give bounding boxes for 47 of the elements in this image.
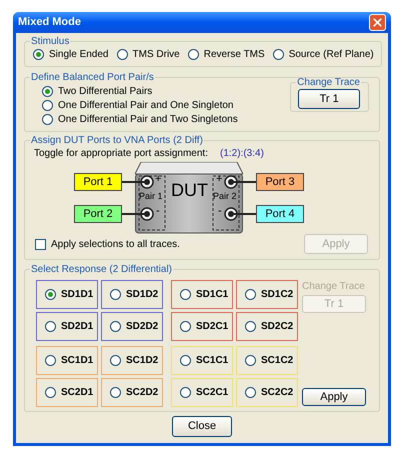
- plus-sign: +: [216, 173, 222, 186]
- response-label: SC2C1: [196, 386, 228, 399]
- group-title: Assign DUT Ports to VNA Ports (2 Diff): [30, 134, 204, 147]
- response-label: SC2D2: [126, 386, 158, 399]
- pair-label: Pair 2: [213, 190, 237, 203]
- push-button[interactable]: Close: [172, 416, 232, 437]
- window-title: Mixed Mode: [18, 16, 81, 29]
- instruction-text: Toggle for appropriate port assignment:: [34, 147, 208, 160]
- option-label: Reverse TMS: [204, 48, 265, 61]
- option-label: TMS Drive: [132, 48, 180, 61]
- port-button[interactable]: Port 2: [74, 205, 122, 223]
- response-label: SD1C2: [261, 288, 294, 301]
- response-label: SD2D2: [126, 320, 158, 333]
- response-label: SD2D1: [61, 320, 94, 333]
- port-button[interactable]: Port 3: [256, 173, 304, 191]
- group-title: Change Trace: [296, 76, 361, 89]
- push-button[interactable]: Apply: [302, 388, 366, 406]
- response-label: SD2C2: [261, 320, 294, 333]
- option-label: Two Differential Pairs: [58, 85, 152, 98]
- response-label: SC2D1: [61, 386, 94, 399]
- port-assignment: (1:2):(3:4): [220, 147, 264, 160]
- response-label: SD1D1: [61, 288, 94, 301]
- option-label: One Differential Pair and Two Singletons: [58, 113, 238, 126]
- device-label: DUT: [171, 184, 208, 197]
- option-label: Single Ended: [49, 48, 108, 61]
- checkbox-label: Apply selections to all traces.: [51, 238, 180, 250]
- option-label: One Differential Pair and One Singleton: [58, 99, 234, 112]
- group-title: Define Balanced Port Pair/s: [30, 71, 155, 84]
- port-button[interactable]: Port 1: [74, 173, 122, 191]
- change-trace-label: Change Trace: [302, 280, 366, 293]
- response-label: SD2C1: [196, 320, 228, 333]
- response-label: SC2C2: [261, 386, 294, 399]
- response-label: SD1C1: [196, 288, 228, 301]
- response-label: SC1C2: [261, 354, 294, 367]
- pair-label: Pair 1: [139, 190, 163, 203]
- response-label: SC1D1: [61, 354, 94, 367]
- minus-sign: -: [218, 205, 222, 218]
- response-label: SC1D2: [126, 354, 158, 367]
- plus-sign: +: [155, 173, 162, 186]
- port-button[interactable]: Port 4: [256, 205, 304, 223]
- response-label: SC1C1: [196, 354, 228, 367]
- option-label: Source (Ref Plane): [288, 48, 374, 61]
- group-title: Select Response (2 Differential): [30, 263, 173, 276]
- response-label: SD1D2: [126, 288, 158, 301]
- push-button[interactable]: Tr 1: [298, 89, 360, 109]
- minus-sign: -: [156, 205, 160, 218]
- group-title: Stimulus: [30, 35, 70, 48]
